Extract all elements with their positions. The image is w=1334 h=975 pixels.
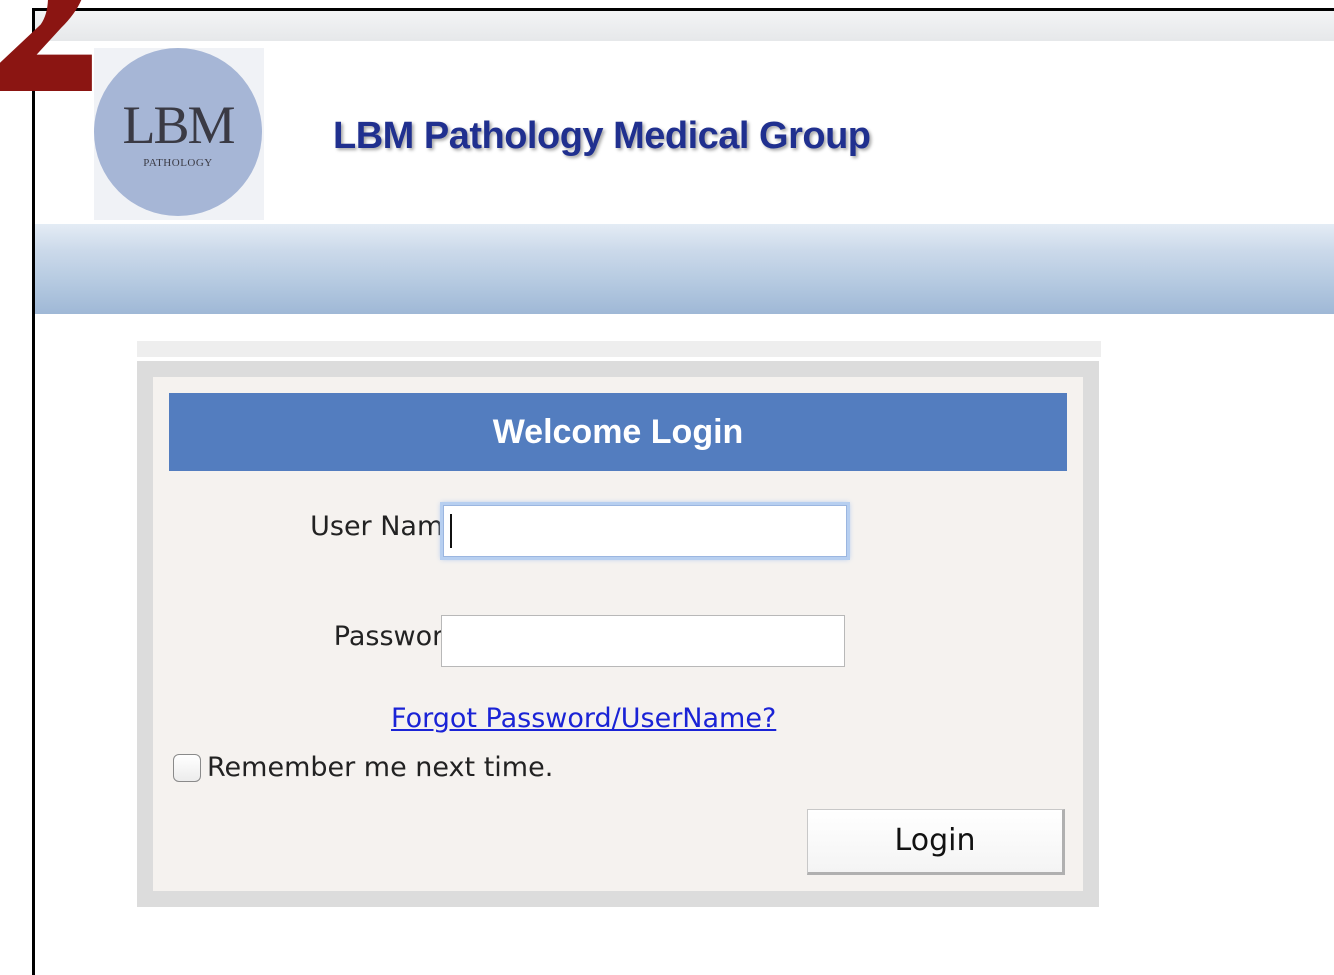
browser-page: LBM PATHOLOGY LBM Pathology Medical Grou… bbox=[32, 8, 1334, 975]
top-strip bbox=[35, 11, 1334, 41]
login-panel: Welcome Login User Name: Password: Forgo… bbox=[137, 361, 1099, 907]
site-title: LBM Pathology Medical Group bbox=[333, 115, 871, 157]
logo-subtext: PATHOLOGY bbox=[143, 157, 213, 169]
remember-me-label: Remember me next time. bbox=[207, 752, 554, 783]
login-form: Welcome Login User Name: Password: Forgo… bbox=[153, 377, 1083, 891]
step-number-2-annotation bbox=[0, 0, 92, 91]
remember-me-checkbox[interactable] bbox=[173, 753, 201, 782]
login-button[interactable]: Login bbox=[807, 809, 1065, 875]
username-input[interactable] bbox=[443, 505, 847, 557]
login-header: Welcome Login bbox=[169, 393, 1067, 471]
step-number-shape bbox=[0, 0, 92, 91]
password-input[interactable] bbox=[441, 615, 845, 667]
nav-band bbox=[35, 224, 1334, 314]
forgot-password-link[interactable]: Forgot Password/UserName? bbox=[391, 703, 776, 734]
remember-me-row[interactable]: Remember me next time. bbox=[173, 752, 553, 783]
text-cursor bbox=[450, 514, 452, 548]
panel-top-strip bbox=[137, 341, 1101, 357]
